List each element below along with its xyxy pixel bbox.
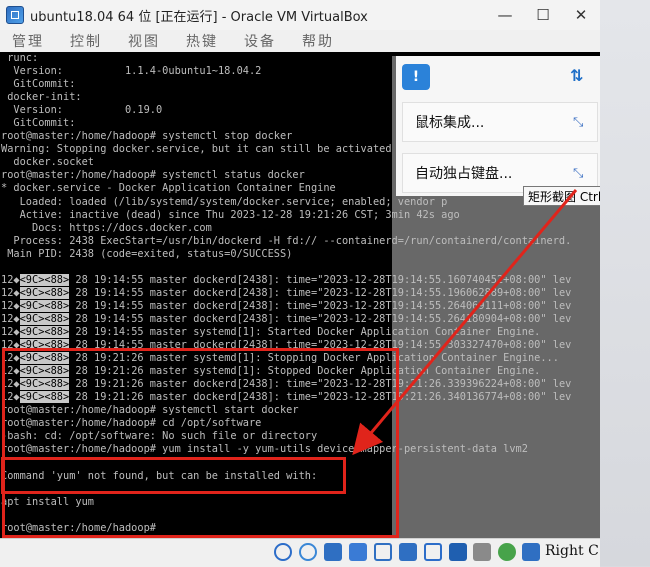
virtualbox-icon: [6, 6, 24, 24]
window-title: ubuntu18.04 64 位 [正在运行] - Oracle VM Virt…: [30, 9, 368, 25]
pin-icon[interactable]: ⤡: [573, 166, 597, 181]
annotation-box-error: [1, 457, 346, 494]
display-icon[interactable]: [424, 543, 442, 561]
recording-icon[interactable]: [449, 543, 467, 561]
hard-disk-icon[interactable]: [274, 543, 292, 561]
maximize-button[interactable]: ☐: [524, 0, 562, 30]
cpu-icon[interactable]: [498, 543, 516, 561]
menu-devices[interactable]: 设备: [244, 31, 276, 51]
menu-help[interactable]: 帮助: [302, 31, 334, 51]
menu-view[interactable]: 视图: [128, 31, 160, 51]
annotation-box-large: [2, 348, 399, 538]
menu-hotkeys[interactable]: 热键: [186, 31, 218, 51]
virtualization-icon[interactable]: [473, 543, 491, 561]
mouse-integration-label: 鼠标集成...: [415, 115, 485, 131]
optical-drive-icon[interactable]: [299, 543, 317, 561]
network-icon[interactable]: [349, 543, 367, 561]
virtualbox-window: ubuntu18.04 64 位 [正在运行] - Oracle VM Virt…: [0, 0, 650, 567]
title-bar: ubuntu18.04 64 位 [正在运行] - Oracle VM Virt…: [0, 0, 600, 30]
usb-icon[interactable]: [374, 543, 392, 561]
menu-bar: 管理 控制 视图 热键 设备 帮助: [0, 30, 600, 53]
sort-icon[interactable]: ⇅: [570, 66, 592, 88]
menu-manage[interactable]: 管理: [12, 31, 44, 51]
menu-control[interactable]: 控制: [70, 31, 102, 51]
hint-icon[interactable]: !: [402, 64, 430, 90]
minimize-button[interactable]: —: [486, 0, 524, 30]
auto-capture-keyboard-label: 自动独占键盘...: [415, 166, 513, 182]
pin-icon[interactable]: ⤡: [573, 115, 597, 130]
keyboard-capture-icon[interactable]: [522, 543, 540, 561]
audio-icon[interactable]: [324, 543, 342, 561]
close-button[interactable]: ✕: [562, 0, 600, 30]
mouse-integration-item[interactable]: 鼠标集成... ⤡: [402, 102, 598, 142]
host-key-label: Right C: [545, 543, 599, 559]
shared-folder-icon[interactable]: [399, 543, 417, 561]
host-desktop-edge: [600, 0, 650, 566]
